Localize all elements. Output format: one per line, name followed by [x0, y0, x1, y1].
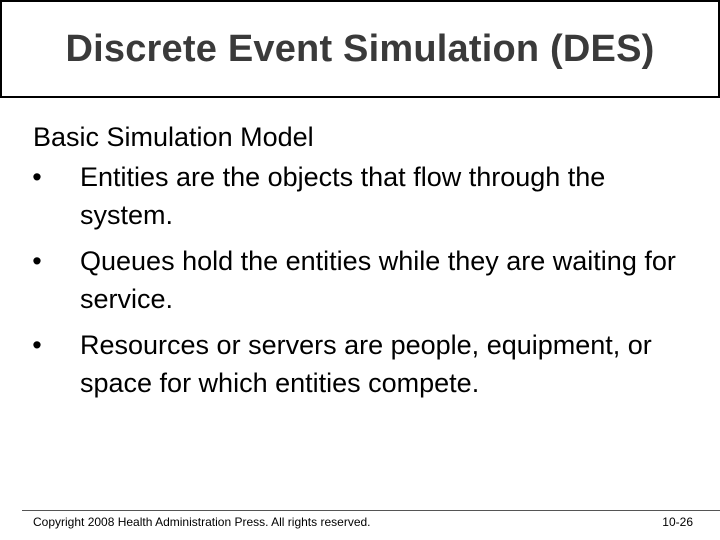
- footer-copyright: Copyright 2008 Health Administration Pre…: [33, 515, 371, 529]
- bullet-icon: •: [32, 330, 42, 360]
- bullet-list: • Entities are the objects that flow thr…: [32, 158, 693, 402]
- bullet-text: Entities are the objects that flow throu…: [80, 162, 606, 230]
- slide-subtitle: Basic Simulation Model: [33, 122, 314, 152]
- title-box: Discrete Event Simulation (DES): [0, 0, 720, 98]
- bullet-icon: •: [32, 246, 42, 276]
- bullet-item: • Resources or servers are people, equip…: [32, 326, 693, 402]
- slide-content: Basic Simulation Model • Entities are th…: [32, 118, 693, 410]
- footer-divider: [22, 510, 720, 511]
- slide-title: Discrete Event Simulation (DES): [65, 27, 655, 70]
- bullet-icon: •: [32, 162, 42, 192]
- bullet-text: Queues hold the entities while they are …: [80, 246, 676, 314]
- bullet-text: Resources or servers are people, equipme…: [80, 330, 652, 398]
- bullet-item: • Queues hold the entities while they ar…: [32, 242, 693, 318]
- bullet-item: • Entities are the objects that flow thr…: [32, 158, 693, 234]
- footer-page-number: 10-26: [662, 515, 693, 529]
